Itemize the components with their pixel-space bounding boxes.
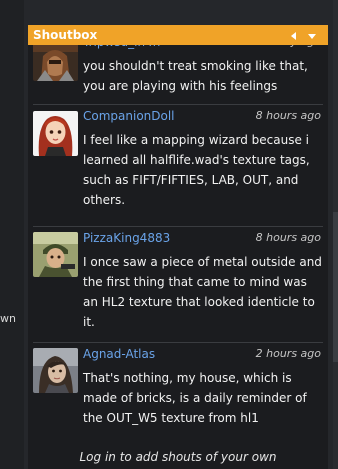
shout-username[interactable]: Agnad-Atlas [83, 346, 155, 362]
chevron-left-icon[interactable] [287, 28, 301, 42]
shoutbox-widget: Tripwsu_in4n 1 day ago you shouldn't tre… [28, 25, 328, 469]
shout-divider [33, 226, 323, 227]
shout-message: I feel like a mapping wizard because i l… [83, 133, 310, 207]
chevron-down-icon[interactable] [305, 28, 319, 42]
shout-username[interactable]: PizzaKing4883 [83, 230, 170, 246]
soldier-avatar[interactable] [33, 232, 78, 277]
dark-haired-woman-avatar[interactable] [33, 348, 78, 393]
page-scrollbar-thumb[interactable] [333, 212, 338, 362]
shout-message: I once saw a piece of metal outside and … [83, 255, 322, 329]
page: wn Tripwsu_in4n 1 day ago [0, 0, 338, 469]
background-partial-text: wn [0, 312, 16, 325]
shout-divider [33, 104, 323, 105]
shout-message: That's nothing, my house, which is made … [83, 371, 307, 425]
shout-time: 8 hours ago [255, 231, 321, 244]
background-panel [0, 0, 24, 469]
login-to-shout-link[interactable]: Log in to add shouts of your own [28, 449, 328, 465]
shout-divider [33, 342, 323, 343]
shoutbox-header: Shoutbox [28, 25, 328, 45]
shoutbox-title: Shoutbox [33, 28, 98, 42]
shout-message: you shouldn't treat smoking like that, y… [83, 59, 308, 93]
red-haired-girl-avatar[interactable] [33, 111, 78, 156]
shout-time: 8 hours ago [255, 109, 321, 122]
shout-username[interactable]: CompanionDoll [83, 108, 175, 124]
shout-time: 2 hours ago [255, 347, 321, 360]
